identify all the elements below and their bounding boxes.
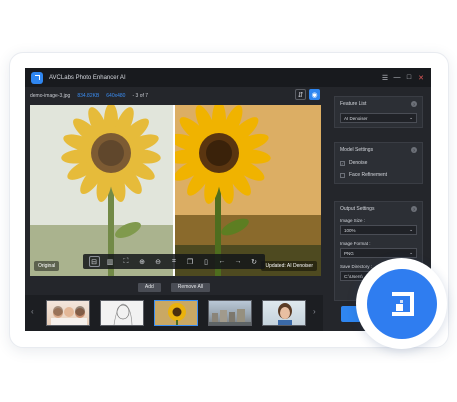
original-label: Original	[34, 261, 60, 271]
chevron-down-icon: ⌄	[409, 115, 413, 120]
help-icon[interactable]: ?	[411, 147, 417, 153]
image-format-value: PNG	[344, 250, 354, 256]
file-resolution: 640x480	[106, 92, 126, 99]
forward-icon[interactable]: →	[233, 256, 244, 267]
thumbnail-city[interactable]	[208, 300, 252, 326]
image-toolbar: ⊟ ▥ ⛶ ⊕ ⊖ ⌗ ❐ ▯ ← → ↻	[83, 254, 265, 269]
feature-list-panel: Feature List ? AI Denoiser ⌄	[334, 96, 423, 128]
maximize-icon[interactable]: □	[403, 74, 415, 81]
refresh-icon[interactable]: ↻	[249, 256, 260, 267]
compare-view-button[interactable]: ⇵	[295, 89, 306, 100]
crop-icon[interactable]: ⌗	[169, 256, 180, 267]
fit-icon[interactable]: ⛶	[121, 256, 132, 267]
feature-select[interactable]: AI Denoiser ⌄	[340, 113, 417, 123]
title-bar: AVCLabs Photo Enhancer AI ☰ — □ ✕	[25, 68, 431, 87]
model-settings-title: Model Settings	[340, 147, 374, 153]
chevron-down-icon: ⌄	[409, 250, 413, 255]
compare-icon[interactable]: ⊟	[88, 256, 100, 267]
file-actions: Add Remove All	[25, 280, 323, 294]
feature-list-title: Feature List	[340, 101, 367, 107]
checkbox-icon[interactable]	[340, 172, 345, 178]
save-directory-value: C:\Users\	[344, 273, 363, 279]
updated-label: Updated: AI Denoiser	[261, 261, 317, 271]
enhance-logo-icon	[392, 292, 414, 316]
chevron-right-icon[interactable]: ›	[313, 307, 316, 316]
file-name: demo-image-3.jpg	[30, 92, 71, 99]
preview-eye-button[interactable]: ◉	[309, 89, 320, 100]
help-icon[interactable]: ?	[411, 101, 417, 107]
output-settings-title: Output Settings	[340, 206, 375, 212]
checkbox-checked-icon[interactable]: ✓	[340, 160, 345, 166]
thumbnail-sketch-girl[interactable]	[100, 300, 144, 326]
sunflower-thumb-image	[168, 303, 186, 325]
city-image	[209, 309, 251, 325]
chevron-left-icon[interactable]: ‹	[31, 307, 34, 316]
app-logo-icon	[31, 71, 43, 84]
remove-all-button[interactable]: Remove All	[170, 282, 211, 292]
image-size-value: 100%	[344, 227, 356, 233]
enhanced-preview: Updated: AI Denoiser	[175, 105, 321, 276]
app-title: AVCLabs Photo Enhancer AI	[49, 74, 126, 81]
zoom-out-icon[interactable]: ⊖	[153, 256, 164, 267]
image-counter: - 3 of 7	[132, 92, 149, 99]
window-controls: ☰ — □ ✕	[379, 68, 427, 87]
help-icon[interactable]: ?	[411, 206, 417, 212]
image-size-label: Image Size :	[340, 218, 366, 223]
menu-icon[interactable]: ☰	[379, 74, 391, 82]
delete-icon[interactable]: ▯	[201, 256, 212, 267]
split-icon[interactable]: ▥	[105, 256, 116, 267]
file-size: 834.82KB	[77, 92, 100, 99]
add-button[interactable]: Add	[137, 282, 161, 292]
face-refinement-label: Face Refinement	[349, 172, 388, 178]
sketch-girl-image	[113, 303, 133, 325]
denoise-label: Denoise	[349, 160, 368, 166]
original-preview: Original	[30, 105, 173, 276]
face-refinement-option[interactable]: Face Refinement	[335, 169, 422, 183]
group-photo-image	[51, 306, 87, 325]
file-info-bar: demo-image-3.jpg 834.82KB 640x480 - 3 of…	[25, 87, 323, 104]
thumbnail-woman-portrait[interactable]	[262, 300, 306, 326]
close-icon[interactable]: ✕	[415, 74, 427, 82]
feature-select-value: AI Denoiser	[344, 115, 368, 121]
zoom-in-icon[interactable]: ⊕	[137, 256, 148, 267]
sunflower-original-image	[30, 105, 173, 276]
thumbnail-strip: ‹ ›	[25, 295, 323, 331]
app-badge-icon	[367, 269, 437, 339]
denoise-option[interactable]: ✓ Denoise	[335, 157, 422, 169]
thumbnail-group-photo[interactable]	[46, 300, 90, 326]
image-size-select[interactable]: 100% ⌄	[340, 225, 417, 235]
model-settings-panel: Model Settings ? ✓ Denoise Face Refineme…	[334, 142, 423, 184]
sunflower-enhanced-image	[175, 105, 321, 276]
minimize-icon[interactable]: —	[391, 74, 403, 81]
back-icon[interactable]: ←	[217, 256, 228, 267]
thumbnail-sunflower[interactable]	[154, 300, 198, 326]
woman-portrait-image	[278, 303, 292, 325]
chevron-down-icon: ⌄	[409, 227, 413, 232]
copy-icon[interactable]: ❐	[185, 256, 196, 267]
image-format-label: Image Format :	[340, 241, 371, 246]
image-format-select[interactable]: PNG ⌄	[340, 248, 417, 258]
